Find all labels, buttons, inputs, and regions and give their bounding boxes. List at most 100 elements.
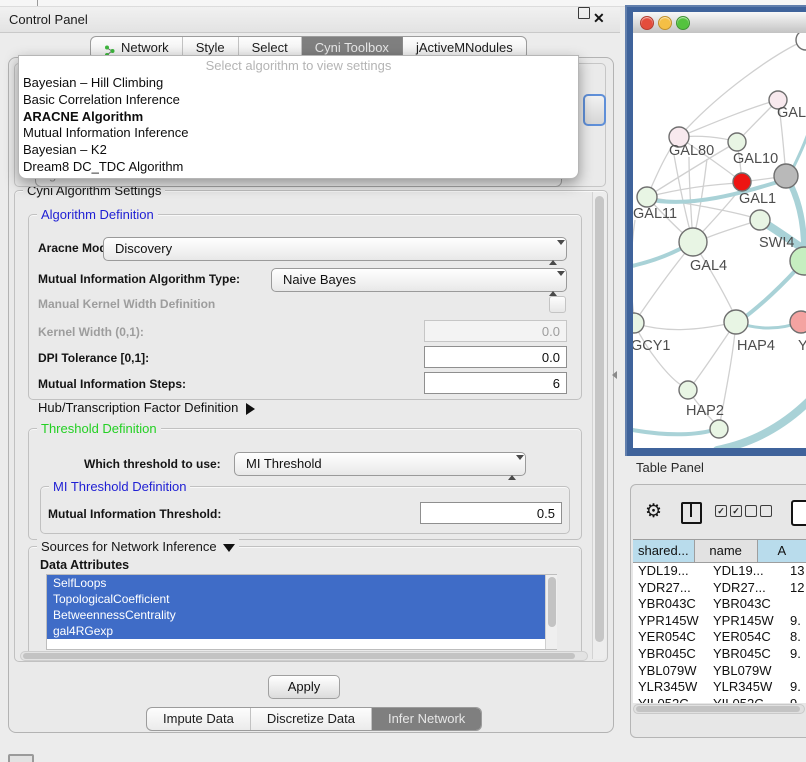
network-node[interactable] — [790, 247, 806, 275]
network-node-label: HAP2 — [686, 403, 724, 419]
data-attribute-item[interactable]: BetweennessCentrality — [47, 607, 556, 623]
algorithm-option[interactable]: Mutual Information Inference — [19, 125, 578, 142]
data-attribute-item[interactable]: SelfLoops — [47, 575, 556, 591]
network-edge[interactable] — [634, 323, 681, 385]
column-header-partial[interactable]: A — [758, 540, 806, 562]
gear-icon[interactable]: ⚙ — [645, 499, 662, 525]
zoom-window-icon[interactable] — [676, 16, 690, 30]
table-toolbar: ⚙ ✓✓ — [631, 499, 806, 527]
scrollbar-thumb[interactable] — [595, 196, 604, 642]
minimize-window-icon[interactable] — [658, 16, 672, 30]
mi-type-combobox[interactable]: Naive Bayes — [271, 268, 567, 292]
network-node[interactable] — [774, 164, 798, 188]
network-node[interactable] — [728, 133, 746, 151]
network-node-label: HAP4 — [737, 338, 775, 354]
column-header-name[interactable]: name — [695, 540, 758, 562]
network-node-label: GAL1 — [739, 191, 776, 207]
network-graph: GALGAL80GAL10GAL1GAL11SWI4GAL4GCY1HAP4YH… — [633, 33, 806, 448]
algorithm-option[interactable]: Dream8 DC_TDC Algorithm — [19, 159, 578, 176]
panel-collapse-arrow[interactable] — [612, 371, 617, 379]
sources-title-text: Sources for Network Inference — [41, 539, 217, 554]
network-node[interactable] — [710, 420, 728, 438]
table-row[interactable]: YBR045CYBR045C9. — [633, 646, 806, 663]
manual-kernel-checkbox[interactable] — [549, 296, 566, 313]
algorithm-option[interactable]: Bayesian – K2 — [19, 142, 578, 159]
collapse-arrow-icon — [223, 544, 235, 552]
list-vertical-scrollbar[interactable] — [545, 575, 557, 649]
network-edge[interactable] — [633, 429, 717, 434]
network-node[interactable] — [637, 187, 657, 207]
data-attribute-item[interactable]: gal4RGexp — [47, 623, 556, 639]
columns-icon[interactable] — [681, 502, 702, 524]
table-cell: YLR345W — [633, 679, 708, 696]
table-row[interactable]: YLR345WYLR345W9. — [633, 679, 806, 696]
sources-title[interactable]: Sources for Network Inference — [37, 539, 239, 554]
float-panel-icon[interactable] — [578, 7, 590, 19]
table-row[interactable]: YER054CYER054C8. — [633, 629, 806, 646]
table-cell: 9. — [785, 679, 806, 696]
select-all-checks-icon[interactable]: ✓✓ — [715, 505, 742, 517]
table-cell: YPR145W — [708, 613, 785, 630]
bottom-left-panel-icon[interactable] — [8, 754, 34, 762]
algorithm-dropdown-placeholder: Select algorithm to view settings — [19, 56, 578, 75]
hub-definition-label: Hub/Transcription Factor Definition — [38, 400, 238, 415]
network-node[interactable] — [733, 173, 751, 191]
table-cell — [785, 663, 806, 680]
aracne-mode-value: Discovery — [115, 241, 172, 256]
table-row[interactable]: YDL19...YDL19...13 — [633, 563, 806, 580]
table-horizontal-scrollbar[interactable] — [633, 704, 805, 714]
network-edge[interactable] — [717, 399, 806, 448]
tab-infer-network[interactable]: Infer Network — [372, 708, 481, 730]
network-edge[interactable] — [634, 323, 727, 330]
table-row[interactable]: YIL052CYIL052C9 — [633, 696, 806, 703]
scrollbar-thumb[interactable] — [548, 577, 556, 627]
tab-label: Infer Network — [388, 708, 465, 730]
column-header-shared-name[interactable]: shared... — [633, 540, 695, 562]
aracne-mode-combobox[interactable]: Discovery — [103, 237, 567, 261]
network-node[interactable] — [790, 311, 806, 333]
deselect-all-checks-icon[interactable] — [745, 505, 772, 517]
table-row[interactable]: YBL079WYBL079W — [633, 663, 806, 680]
close-panel-icon[interactable]: ✕ — [593, 10, 605, 27]
mi-threshold-field[interactable]: 0.5 — [420, 502, 562, 524]
scrollbar-thumb[interactable] — [23, 653, 575, 659]
kernel-width-field[interactable]: 0.0 — [424, 320, 567, 342]
scrollbar-thumb[interactable] — [636, 706, 800, 712]
network-node[interactable] — [724, 310, 748, 334]
tab-impute-data[interactable]: Impute Data — [147, 708, 251, 730]
settings-horizontal-scrollbar[interactable] — [20, 651, 588, 661]
document-icon[interactable] — [791, 500, 806, 526]
table-cell: YPR145W — [633, 613, 708, 630]
apply-button[interactable]: Apply — [268, 675, 340, 699]
which-threshold-combobox[interactable]: MI Threshold — [234, 452, 526, 476]
table-row[interactable]: YBR043CYBR043C — [633, 596, 806, 613]
network-node-label: GAL — [777, 105, 806, 121]
settings-vertical-scrollbar[interactable] — [592, 192, 606, 659]
screen: Control Panel ✕ Network Style Select Cyn… — [0, 0, 806, 762]
hub-definition-expander[interactable]: Hub/Transcription Factor Definition — [38, 400, 255, 415]
table-row[interactable]: YDR27...YDR27...12 — [633, 580, 806, 597]
network-node[interactable] — [796, 33, 806, 50]
table-row[interactable]: YPR145WYPR145W9. — [633, 613, 806, 630]
data-attribute-item[interactable]: TopologicalCoefficient — [47, 591, 556, 607]
algorithm-option[interactable]: Bayesian – Hill Climbing — [19, 75, 578, 92]
mi-threshold-title: MI Threshold Definition — [49, 479, 190, 494]
dpi-tolerance-label: DPI Tolerance [0,1]: — [38, 351, 149, 365]
network-node[interactable] — [679, 381, 697, 399]
network-edge[interactable] — [679, 41, 803, 137]
network-node[interactable] — [750, 210, 770, 230]
network-edge[interactable] — [679, 100, 778, 137]
network-view[interactable]: GALGAL80GAL10GAL1GAL11SWI4GAL4GCY1HAP4YH… — [633, 33, 806, 448]
mi-steps-field[interactable]: 6 — [424, 372, 567, 394]
data-attributes-list[interactable]: SelfLoopsTopologicalCoefficientBetweenne… — [46, 574, 557, 650]
focused-combobox-stepper[interactable] — [583, 94, 606, 126]
algorithm-option[interactable]: Basic Correlation Inference — [19, 92, 578, 109]
network-node[interactable] — [633, 313, 644, 333]
which-threshold-label: Which threshold to use: — [84, 457, 221, 471]
network-window-titlebar[interactable] — [633, 12, 806, 34]
algorithm-option[interactable]: ARACNE Algorithm — [19, 109, 578, 126]
dpi-tolerance-field[interactable]: 0.0 — [424, 346, 567, 368]
network-node[interactable] — [679, 228, 707, 256]
tab-discretize-data[interactable]: Discretize Data — [251, 708, 372, 730]
close-window-icon[interactable] — [640, 16, 654, 30]
